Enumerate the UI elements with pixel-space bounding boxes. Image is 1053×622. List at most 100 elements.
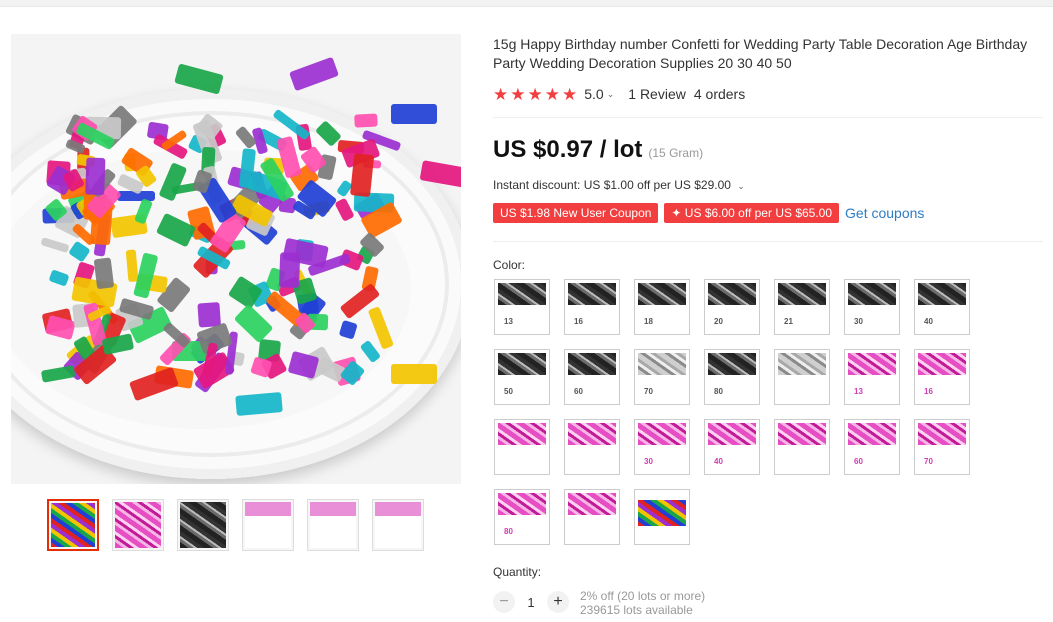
product-title: 15g Happy Birthday number Confetti for W… <box>493 36 1028 71</box>
color-swatch-image <box>918 283 966 305</box>
color-option[interactable]: 50 <box>494 349 550 405</box>
color-option[interactable]: 80 <box>494 489 550 545</box>
color-option[interactable]: 20 <box>704 279 760 335</box>
color-swatch-image <box>848 283 896 305</box>
color-option[interactable]: 13 <box>844 349 900 405</box>
color-option-number: 70 <box>924 457 933 466</box>
color-option[interactable]: 16 <box>564 279 620 335</box>
color-swatch-image <box>778 353 826 375</box>
color-option[interactable]: 60 <box>844 419 900 475</box>
color-swatch-image <box>568 423 616 445</box>
quantity-decrease-button[interactable]: − <box>493 591 515 613</box>
confetti-piece <box>288 56 340 92</box>
color-swatch-image <box>918 353 966 375</box>
quantity-increase-button[interactable]: + <box>547 591 569 613</box>
main-product-image[interactable] <box>11 34 461 484</box>
color-option-number: 70 <box>644 387 653 396</box>
star-icon: ★ <box>562 84 578 104</box>
color-option-number: 80 <box>504 527 513 536</box>
new-user-coupon[interactable]: US $1.98 New User Coupon <box>493 203 659 223</box>
color-option[interactable]: 21 <box>774 279 830 335</box>
color-swatch-image <box>498 283 546 305</box>
color-option-number: 21 <box>784 317 793 326</box>
color-option[interactable]: 30 <box>634 419 690 475</box>
reviews-link[interactable]: 1 Review <box>628 86 686 102</box>
thumbnail-pink-mixed[interactable] <box>372 499 424 551</box>
thumbnail-image <box>310 502 356 548</box>
color-option[interactable]: 70 <box>634 349 690 405</box>
color-option-number: 13 <box>854 387 863 396</box>
color-option[interactable]: 80 <box>704 349 760 405</box>
get-coupons-link[interactable]: Get coupons <box>845 205 924 221</box>
color-option[interactable] <box>774 419 830 475</box>
color-option-number: 30 <box>644 457 653 466</box>
thumbnail-pink-13[interactable] <box>242 499 294 551</box>
store-coupon[interactable]: ✦ US $6.00 off per US $65.00 <box>664 203 840 223</box>
color-option[interactable]: 60 <box>564 349 620 405</box>
thumbnail-image <box>51 503 95 547</box>
confetti-piece <box>391 364 437 384</box>
thumbnail-image <box>180 502 226 548</box>
color-option-number: 50 <box>504 387 513 396</box>
color-option[interactable] <box>564 489 620 545</box>
thumbnail-silver[interactable] <box>177 499 229 551</box>
quantity-info: 2% off (20 lots or more) 239615 lots ava… <box>580 589 705 617</box>
rating-row: ★ ★ ★ ★ ★ 5.0 ⌄ 1 Review 4 orders <box>493 84 745 104</box>
chevron-down-icon[interactable]: ⌄ <box>607 89 615 100</box>
color-option[interactable] <box>774 349 830 405</box>
instant-discount[interactable]: Instant discount: US $1.00 off per US $2… <box>493 178 745 192</box>
color-swatch-image <box>498 423 546 445</box>
color-option-number: 13 <box>504 317 513 326</box>
thumbnail-pink-16[interactable] <box>307 499 359 551</box>
star-icon: ★ <box>544 84 560 104</box>
color-option-number: 40 <box>714 457 723 466</box>
chevron-down-icon: ⌄ <box>737 181 745 191</box>
color-swatch-image <box>708 423 756 445</box>
quantity-value[interactable]: 1 <box>515 595 547 610</box>
color-option[interactable]: 70 <box>914 419 970 475</box>
color-swatch-image <box>568 493 616 515</box>
color-option[interactable]: 40 <box>704 419 760 475</box>
color-swatch-image <box>708 283 756 305</box>
color-swatch-image <box>708 353 756 375</box>
star-icon: ★ <box>510 84 526 104</box>
color-swatch-image <box>498 493 546 515</box>
color-option-number: 16 <box>924 387 933 396</box>
color-option[interactable]: 18 <box>634 279 690 335</box>
color-option-number: 20 <box>714 317 723 326</box>
bulk-discount: 2% off (20 lots or more) <box>580 589 706 603</box>
color-swatch-image <box>638 283 686 305</box>
color-option[interactable]: 16 <box>914 349 970 405</box>
divider <box>493 117 1043 118</box>
star-rating: ★ ★ ★ ★ ★ <box>493 86 579 103</box>
color-option[interactable] <box>564 419 620 475</box>
orders-count: 4 orders <box>693 86 746 102</box>
price-unit: (15 Gram) <box>648 146 704 160</box>
color-swatch-image <box>638 423 686 445</box>
instant-discount-text: Instant discount: US $1.00 off per US $2… <box>493 178 731 192</box>
color-swatch-image <box>498 353 546 375</box>
confetti-piece <box>391 104 437 124</box>
color-label: Color: <box>493 258 526 272</box>
coupon-row: US $1.98 New User Coupon ✦ US $6.00 off … <box>493 203 924 223</box>
quantity-stepper: − 1 + <box>493 591 569 613</box>
color-swatch-image <box>918 423 966 445</box>
rating-value[interactable]: 5.0 <box>584 86 603 102</box>
color-swatch-image <box>848 423 896 445</box>
color-swatch-image <box>778 423 826 445</box>
color-option-number: 18 <box>644 317 653 326</box>
color-swatch-image <box>568 353 616 375</box>
color-option[interactable]: 40 <box>914 279 970 335</box>
color-option[interactable] <box>634 489 690 545</box>
confetti-piece <box>197 301 221 328</box>
color-option-number: 80 <box>714 387 723 396</box>
confetti-piece <box>354 113 379 129</box>
color-option[interactable]: 30 <box>844 279 900 335</box>
thumbnail-image <box>245 502 291 548</box>
thumbnail-multicolor[interactable] <box>47 499 99 551</box>
color-option[interactable]: 13 <box>494 279 550 335</box>
color-option-number: 60 <box>854 457 863 466</box>
stock-available: 239615 lots available <box>580 603 693 617</box>
color-option[interactable] <box>494 419 550 475</box>
thumbnail-pink[interactable] <box>112 499 164 551</box>
